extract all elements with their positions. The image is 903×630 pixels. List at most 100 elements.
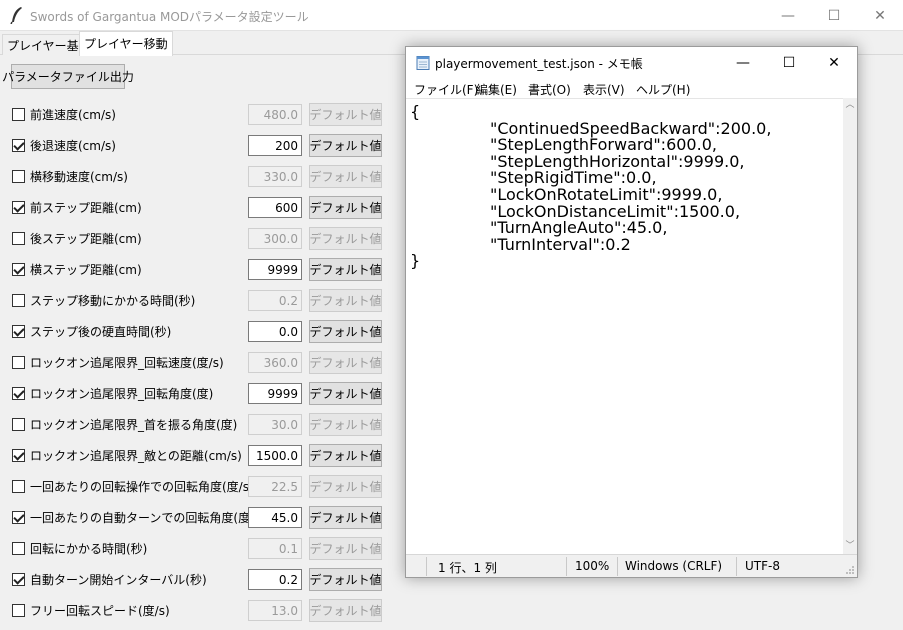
param-checkbox[interactable] — [12, 170, 25, 183]
param-label: 一回あたりの回転操作での回転角度(度/s) — [30, 480, 254, 494]
status-line-ending: Windows (CRLF) — [625, 559, 723, 573]
param-value-input[interactable]: 330.0 — [248, 166, 302, 187]
default-value-button[interactable]: デフォルト値 — [309, 537, 382, 560]
param-value-input[interactable]: 0.0 — [248, 321, 302, 342]
param-row: フリー回転スピード(度/s) 13.0 デフォルト値 — [0, 598, 390, 622]
default-value-button[interactable]: デフォルト値 — [309, 165, 382, 188]
resize-grip-icon[interactable] — [845, 565, 855, 575]
notepad-statusbar: 1 行、1 列 100% Windows (CRLF) UTF-8 — [406, 554, 857, 577]
status-separator — [617, 557, 618, 576]
menu-file[interactable]: ファイル(F) — [414, 81, 478, 98]
param-value-input[interactable]: 200 — [248, 135, 302, 156]
param-row: 横移動速度(cm/s) 330.0 デフォルト値 — [0, 164, 390, 188]
scroll-up-icon[interactable]: ︿ — [845, 100, 855, 110]
minimize-icon: — — [736, 54, 750, 71]
param-checkbox[interactable] — [12, 294, 25, 307]
close-icon: ✕ — [874, 7, 886, 24]
default-value-button[interactable]: デフォルト値 — [309, 103, 382, 126]
param-checkbox[interactable] — [12, 232, 25, 245]
param-value-input[interactable]: 0.2 — [248, 290, 302, 311]
param-value-input[interactable]: 600 — [248, 197, 302, 218]
notepad-window: playermovement_test.json - メモ帳 — ☐ ✕ ファイ… — [405, 46, 858, 578]
menu-edit[interactable]: 編集(E) — [476, 81, 517, 98]
close-button[interactable]: ✕ — [857, 0, 903, 31]
default-value-button[interactable]: デフォルト値 — [309, 413, 382, 436]
default-value-button[interactable]: デフォルト値 — [309, 568, 382, 591]
default-value-button[interactable]: デフォルト値 — [309, 227, 382, 250]
param-value-input[interactable]: 13.0 — [248, 600, 302, 621]
tab-player-movement[interactable]: プレイヤー移動 — [79, 31, 173, 56]
default-value-button[interactable]: デフォルト値 — [309, 444, 382, 467]
param-checkbox[interactable] — [12, 542, 25, 555]
param-row: ステップ後の硬直時間(秒) 0.0 デフォルト値 — [0, 319, 390, 343]
param-checkbox[interactable] — [12, 356, 25, 369]
param-checkbox[interactable] — [12, 449, 25, 462]
param-checkbox[interactable] — [12, 604, 25, 617]
param-checkbox[interactable] — [12, 263, 25, 276]
param-checkbox[interactable] — [12, 139, 25, 152]
param-value-input[interactable]: 0.1 — [248, 538, 302, 559]
default-value-button[interactable]: デフォルト値 — [309, 320, 382, 343]
param-value-input[interactable]: 9999 — [248, 383, 302, 404]
default-value-button[interactable]: デフォルト値 — [309, 134, 382, 157]
app-title: Swords of Gargantua MODパラメータ設定ツール — [30, 10, 309, 24]
menu-view[interactable]: 表示(V) — [583, 81, 625, 98]
param-label: フリー回転スピード(度/s) — [30, 604, 170, 618]
param-value-input[interactable]: 30.0 — [248, 414, 302, 435]
text-line: } — [410, 251, 421, 271]
param-value-input[interactable]: 1500.0 — [248, 445, 302, 466]
notepad-vertical-scrollbar[interactable]: ︿ ﹀ — [843, 98, 857, 554]
param-label: ロックオン追尾限界_首を振る角度(度) — [30, 418, 238, 432]
param-label: 前ステップ距離(cm) — [30, 201, 142, 215]
param-value-input[interactable]: 9999 — [248, 259, 302, 280]
param-label: ステップ後の硬直時間(秒) — [30, 325, 172, 339]
param-label: ロックオン追尾限界_回転速度(度/s) — [30, 356, 224, 370]
export-parameter-file-button[interactable]: パラメータファイル出力 — [2, 64, 134, 89]
param-row: 横ステップ距離(cm) 9999 デフォルト値 — [0, 257, 390, 281]
param-value-input[interactable]: 0.2 — [248, 569, 302, 590]
menu-format[interactable]: 書式(O) — [528, 81, 571, 98]
default-value-button[interactable]: デフォルト値 — [309, 382, 382, 405]
maximize-button[interactable]: ☐ — [811, 0, 857, 31]
param-value-input[interactable]: 360.0 — [248, 352, 302, 373]
app-titlebar: Swords of Gargantua MODパラメータ設定ツール — ☐ ✕ — [0, 0, 903, 31]
param-value-input[interactable]: 480.0 — [248, 104, 302, 125]
status-zoom: 100% — [575, 559, 610, 573]
param-checkbox[interactable] — [12, 573, 25, 586]
default-value-button[interactable]: デフォルト値 — [309, 506, 382, 529]
status-cursor-position: 1 行、1 列 — [438, 561, 497, 575]
param-value-input[interactable]: 300.0 — [248, 228, 302, 249]
param-label: 一回あたりの自動ターンでの回転角度(度/s) — [30, 511, 266, 525]
param-checkbox[interactable] — [12, 511, 25, 524]
close-icon: ✕ — [828, 54, 840, 71]
param-row: ステップ移動にかかる時間(秒) 0.2 デフォルト値 — [0, 288, 390, 312]
notepad-minimize-button[interactable]: — — [720, 47, 766, 78]
param-checkbox[interactable] — [12, 201, 25, 214]
param-checkbox[interactable] — [12, 325, 25, 338]
default-value-button[interactable]: デフォルト値 — [309, 351, 382, 374]
param-value-input[interactable]: 45.0 — [248, 507, 302, 528]
default-value-button[interactable]: デフォルト値 — [309, 196, 382, 219]
param-value-input[interactable]: 22.5 — [248, 476, 302, 497]
scroll-down-icon[interactable]: ﹀ — [845, 541, 855, 551]
param-row: 一回あたりの回転操作での回転角度(度/s) 22.5 デフォルト値 — [0, 474, 390, 498]
notepad-maximize-button[interactable]: ☐ — [766, 47, 812, 78]
minimize-button[interactable]: — — [765, 0, 811, 31]
default-value-button[interactable]: デフォルト値 — [309, 289, 382, 312]
notepad-text-area[interactable]: {"ContinuedSpeedBackward":200.0, "StepLen… — [406, 98, 843, 554]
menu-help[interactable]: ヘルプ(H) — [636, 81, 690, 98]
param-row: 回転にかかる時間(秒) 0.1 デフォルト値 — [0, 536, 390, 560]
param-row: 前ステップ距離(cm) 600 デフォルト値 — [0, 195, 390, 219]
default-value-button[interactable]: デフォルト値 — [309, 258, 382, 281]
notepad-close-button[interactable]: ✕ — [811, 47, 857, 78]
param-checkbox[interactable] — [12, 387, 25, 400]
param-checkbox[interactable] — [12, 480, 25, 493]
notepad-menubar: ファイル(F) 編集(E) 書式(O) 表示(V) ヘルプ(H) — [406, 78, 857, 98]
param-checkbox[interactable] — [12, 108, 25, 121]
status-encoding: UTF-8 — [745, 559, 780, 573]
param-row: 一回あたりの自動ターンでの回転角度(度/s) 45.0 デフォルト値 — [0, 505, 390, 529]
default-value-button[interactable]: デフォルト値 — [309, 475, 382, 498]
param-checkbox[interactable] — [12, 418, 25, 431]
default-value-button[interactable]: デフォルト値 — [309, 599, 382, 622]
param-label: 前進速度(cm/s) — [30, 108, 116, 122]
